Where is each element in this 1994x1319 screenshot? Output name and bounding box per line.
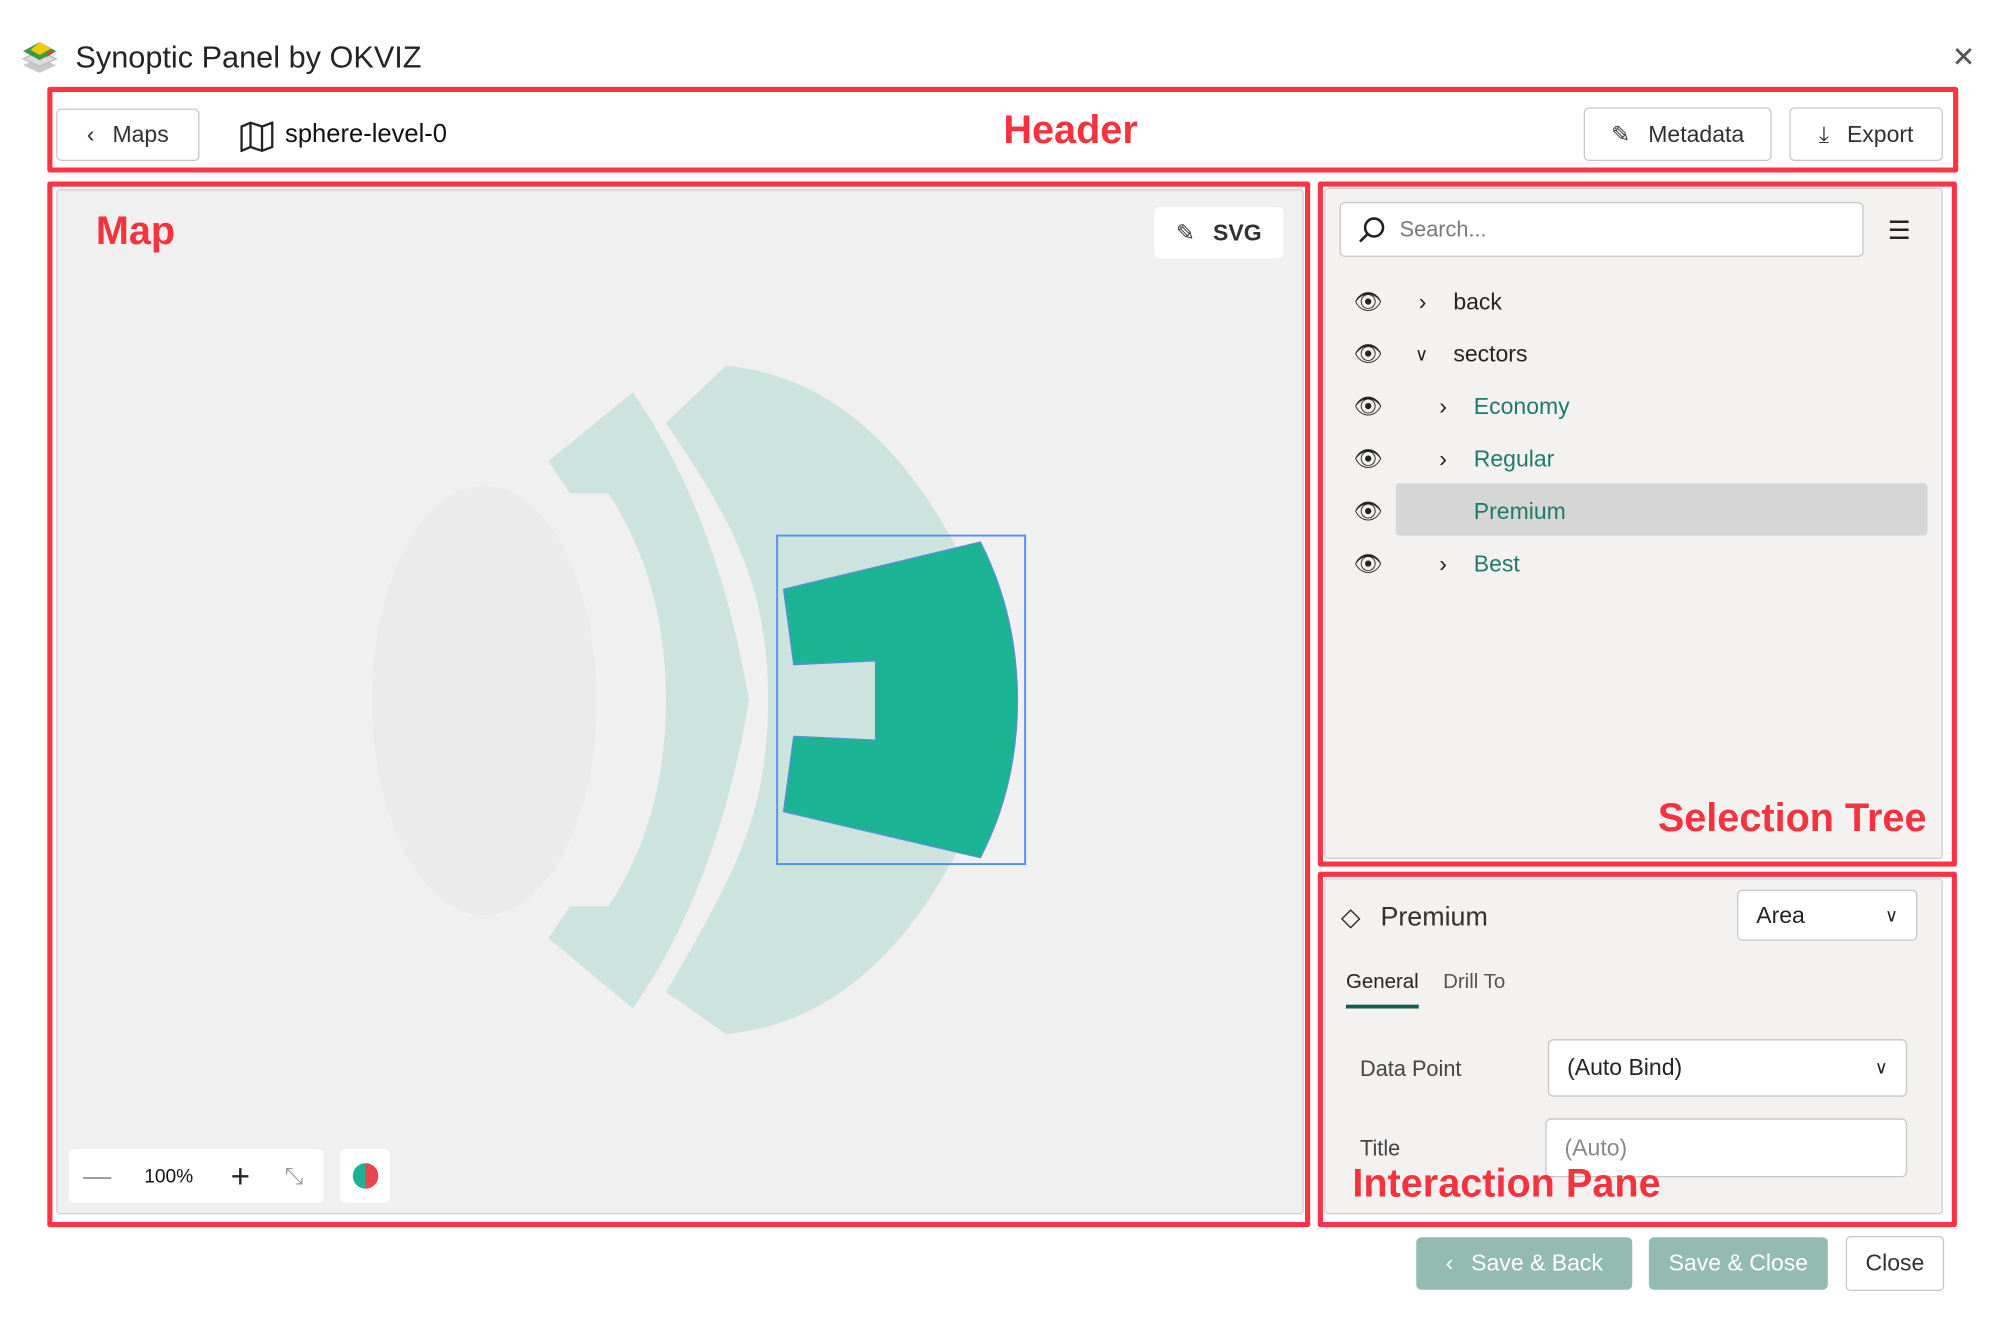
save-and-back-button[interactable]: ‹ Save & Back (1416, 1237, 1633, 1290)
header-annotation-label: Header (1003, 107, 1138, 153)
selection-tree-annotation-label: Selection Tree (1657, 795, 1927, 840)
map-annotation-label: Map (95, 208, 176, 254)
chevron-left-icon: ‹ (1445, 1250, 1454, 1276)
interaction-pane-annotation-label: Interaction Pane (1352, 1160, 1661, 1206)
selection-tree-annotation-box (1317, 181, 1957, 867)
save-back-label: Save & Back (1471, 1250, 1603, 1276)
save-and-close-button[interactable]: Save & Close (1648, 1237, 1828, 1290)
map-annotation-box (47, 181, 1311, 1228)
close-button[interactable]: Close (1845, 1236, 1945, 1291)
